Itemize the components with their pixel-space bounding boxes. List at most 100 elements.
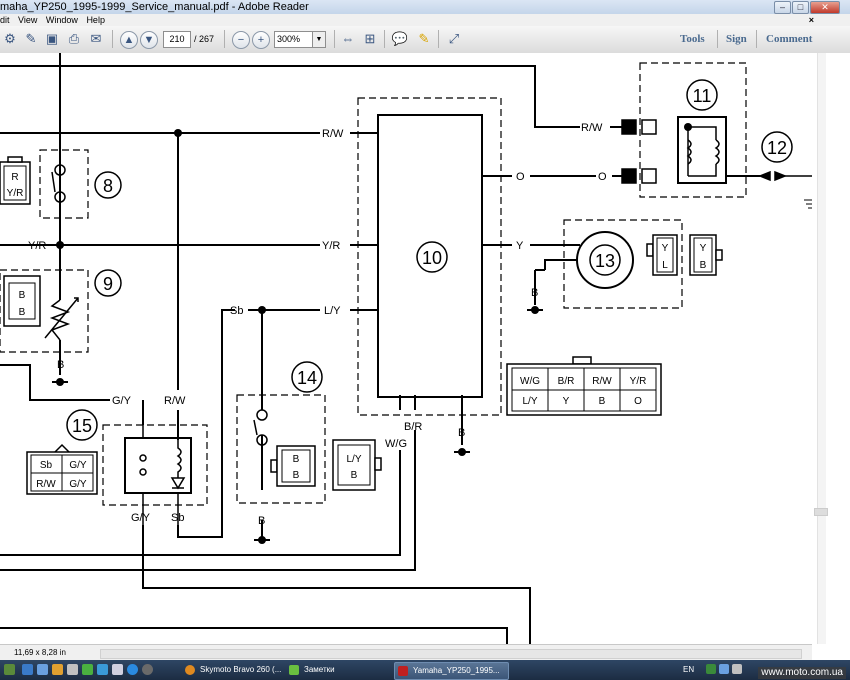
- connector-14a-pin: B: [293, 470, 300, 481]
- wire-label-sb: Sb: [171, 512, 184, 524]
- connector-10-pin: B: [599, 396, 606, 407]
- browser-icon: [185, 665, 195, 675]
- connector-13a-pin: Y: [662, 243, 669, 254]
- highlight-icon[interactable]: ✎: [414, 29, 434, 49]
- wire-label-br: B/R: [404, 421, 422, 433]
- wire-label-sb: Sb: [230, 305, 243, 317]
- toolbar-divider: [717, 30, 718, 48]
- expand-icon[interactable]: ⤢: [444, 29, 464, 49]
- close-window-icon[interactable]: ✕: [810, 1, 840, 14]
- save-icon[interactable]: ▣: [42, 29, 62, 49]
- zoom-level-input[interactable]: 300%: [274, 31, 314, 48]
- minimize-icon[interactable]: –: [774, 1, 791, 14]
- document-view[interactable]: 8 9 10 11 12 13 14 15 R/W R/W O O Y/R Y/…: [0, 53, 812, 644]
- app-icon[interactable]: [112, 664, 123, 675]
- window-title: maha_YP250_1995-1999_Service_manual.pdf …: [0, 1, 309, 13]
- connector-10-pin: W/G: [520, 376, 540, 387]
- fit-page-icon[interactable]: ⊞: [360, 29, 380, 49]
- component-number-14: 14: [297, 368, 317, 388]
- wire-label-wg: W/G: [385, 438, 407, 450]
- connector-10-pin: Y: [563, 396, 570, 407]
- connector-14b-pin: B: [351, 470, 358, 481]
- connector-9-pin: B: [19, 290, 26, 301]
- menu-window[interactable]: Window: [46, 15, 78, 25]
- wire-label-rw: R/W: [581, 122, 603, 134]
- zoom-dropdown-icon[interactable]: ▼: [312, 31, 326, 48]
- component-number-11: 11: [693, 86, 712, 106]
- wire-label-yr: Y/R: [322, 240, 340, 252]
- component-number-15: 15: [72, 416, 92, 436]
- toolbar-divider: [438, 30, 439, 48]
- tray-icon[interactable]: [719, 664, 729, 674]
- toolbar-divider: [224, 30, 225, 48]
- close-document-icon[interactable]: ×: [809, 14, 814, 26]
- email-icon[interactable]: ✉: [86, 29, 106, 49]
- scrollbar-track[interactable]: [817, 53, 826, 644]
- next-page-icon[interactable]: ▼: [140, 31, 158, 49]
- app-icon[interactable]: [52, 664, 63, 675]
- toolbar-divider: [112, 30, 113, 48]
- wire-label-o: O: [516, 171, 525, 183]
- connector-8-pin: R: [11, 172, 18, 183]
- component-number-8: 8: [103, 176, 113, 196]
- zoom-out-icon[interactable]: −: [232, 31, 250, 49]
- comment-pane-link[interactable]: Comment: [766, 31, 812, 47]
- app-icon[interactable]: [82, 664, 93, 675]
- tray-icon[interactable]: [706, 664, 716, 674]
- print-icon[interactable]: ⎙: [64, 29, 84, 49]
- sign-pane-link[interactable]: Sign: [726, 31, 747, 47]
- language-indicator[interactable]: EN: [683, 664, 694, 676]
- previous-page-icon[interactable]: ▲: [120, 31, 138, 49]
- fit-width-icon[interactable]: ⇔: [338, 29, 358, 49]
- page-total: / 267: [194, 34, 215, 44]
- wire-label-y: Y: [516, 240, 524, 252]
- connector-9-pin: B: [19, 307, 26, 318]
- desktop-icon[interactable]: [22, 664, 33, 675]
- edit-document-icon[interactable]: ✎: [21, 29, 41, 49]
- vertical-scrollbar[interactable]: [812, 53, 850, 644]
- app-icon[interactable]: [142, 664, 153, 675]
- tray-icon[interactable]: [732, 664, 742, 674]
- wire-label-b: B: [57, 359, 64, 371]
- taskbar-item-label: Заметки: [304, 665, 335, 674]
- tools-pane-link[interactable]: Tools: [680, 31, 705, 47]
- menu-help[interactable]: Help: [86, 15, 105, 25]
- notes-icon: [289, 665, 299, 675]
- taskbar-item-notes[interactable]: Заметки: [286, 662, 399, 678]
- wire-label-b: B: [258, 515, 265, 527]
- toolbar-divider: [384, 30, 385, 48]
- taskbar-item-browser[interactable]: Skymoto Bravo 260 (...: [182, 662, 295, 678]
- wiring-diagram: 8 9 10 11 12 13 14 15 R/W R/W O O Y/R Y/…: [0, 53, 812, 644]
- horizontal-scrollbar[interactable]: [100, 649, 802, 659]
- create-pdf-icon[interactable]: ⚙: [0, 29, 20, 49]
- zoom-in-icon[interactable]: +: [252, 31, 270, 49]
- wire-label-rw: R/W: [164, 395, 186, 407]
- connector-13b-pin: Y: [700, 243, 707, 254]
- connector-15-pin: G/Y: [69, 479, 87, 490]
- pdf-icon: [398, 666, 408, 676]
- component-number-10: 10: [422, 248, 442, 268]
- connector-13b-pin: B: [700, 260, 707, 271]
- app-icon[interactable]: [67, 664, 78, 675]
- connector-14a-pin: B: [293, 454, 300, 465]
- connector-15-pin: Sb: [40, 460, 53, 471]
- page-size-label: 11,69 x 8,28 in: [14, 648, 66, 657]
- connector-10-pin: B/R: [558, 376, 575, 387]
- comment-bubble-icon[interactable]: 💬: [390, 29, 410, 49]
- wire-label-o: O: [598, 171, 607, 183]
- app-icon[interactable]: [97, 664, 108, 675]
- menu-edit[interactable]: dit: [0, 15, 10, 25]
- menu-view[interactable]: View: [18, 15, 37, 25]
- taskbar-item-label: Yamaha_YP250_1995...: [413, 666, 500, 675]
- start-icon[interactable]: [4, 664, 15, 675]
- page-number-input[interactable]: 210: [163, 31, 191, 48]
- maximize-icon[interactable]: □: [792, 1, 809, 14]
- app-icon[interactable]: [127, 664, 138, 675]
- explorer-icon[interactable]: [37, 664, 48, 675]
- component-number-13: 13: [595, 251, 615, 271]
- toolbar: ⚙ ✎ ▣ ⎙ ✉ ▲ ▼ 210 / 267 − + 300% ▼ ⇔ ⊞ 💬…: [0, 26, 850, 54]
- connector-14b-pin: L/Y: [346, 454, 361, 465]
- menu-bar: dit View Window Help ×: [0, 14, 850, 26]
- scrollbar-thumb[interactable]: [814, 508, 828, 516]
- taskbar-item-reader[interactable]: Yamaha_YP250_1995...: [394, 662, 509, 680]
